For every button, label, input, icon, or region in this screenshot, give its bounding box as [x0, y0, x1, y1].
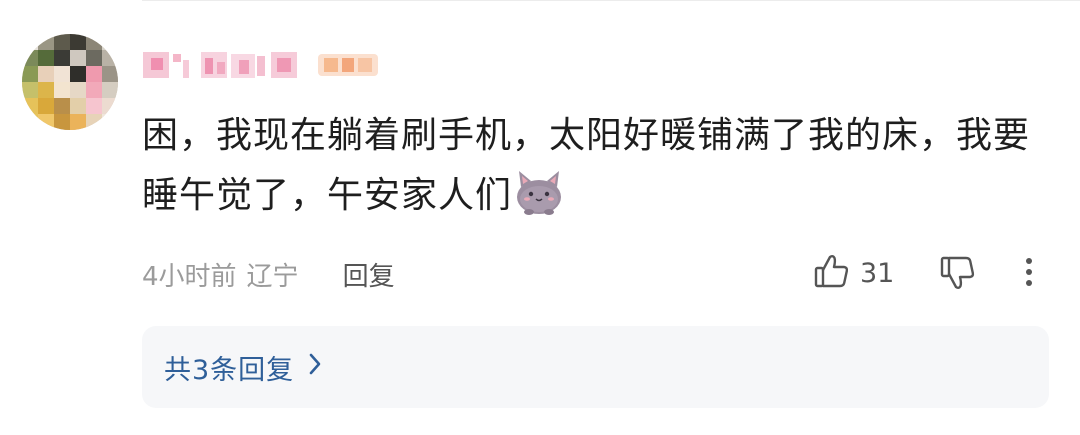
reply-button[interactable]: 回复: [343, 256, 395, 293]
username-blurred[interactable]: [143, 48, 303, 82]
like-button[interactable]: 31: [812, 250, 894, 296]
comment-text: 困，我现在躺着刷手机，太阳好暖铺满了我的床，我要 睡午觉了，午安家人们: [142, 106, 1052, 226]
comment-time: 4小时前: [142, 261, 237, 292]
replies-count-label: 共3条回复: [164, 354, 295, 386]
like-count: 31: [860, 257, 895, 289]
avatar[interactable]: [22, 34, 118, 130]
chevron-right-icon: [308, 352, 322, 383]
cat-emoji: [512, 167, 566, 217]
view-replies-link[interactable]: 共3条回复: [164, 348, 322, 387]
comment-text-line-2: 睡午觉了，午安家人们: [142, 175, 513, 216]
more-options-button[interactable]: [1014, 252, 1044, 296]
level-badge-blurred: [318, 50, 378, 80]
replies-panel: 共3条回复: [142, 326, 1049, 408]
top-divider: [142, 0, 1080, 1]
more-vertical-icon: [1025, 257, 1033, 291]
thumbs-down-icon: [938, 256, 980, 300]
comment-location: 辽宁: [246, 261, 299, 292]
comment-text-line-1: 困，我现在躺着刷手机，太阳好暖铺满了我的床，我要: [142, 115, 1031, 156]
thumbs-up-icon: [812, 252, 850, 294]
comment-meta: 4小时前 辽宁 回复: [142, 252, 395, 296]
dislike-button[interactable]: [938, 252, 980, 296]
